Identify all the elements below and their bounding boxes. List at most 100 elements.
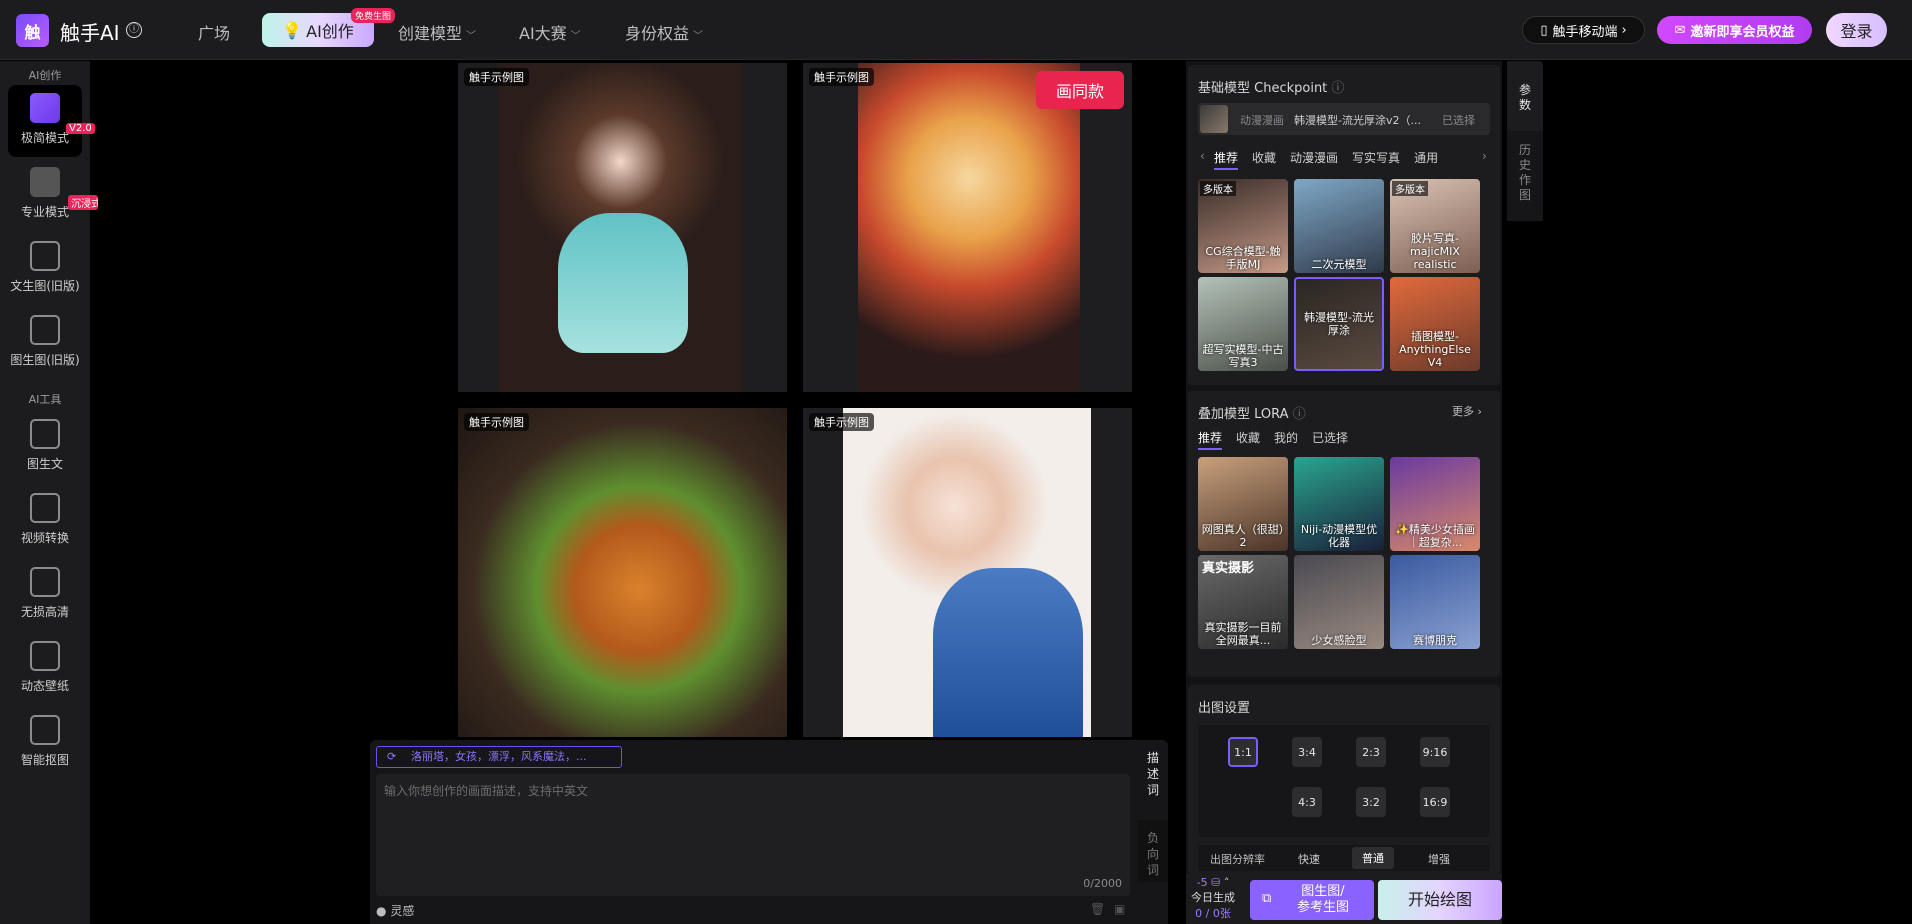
same-style-button[interactable]: 画同款: [1036, 71, 1124, 109]
tab-realistic[interactable]: 写实写真: [1352, 149, 1400, 170]
lora-card[interactable]: ✨精美少女插画｜超复杂...: [1390, 457, 1480, 551]
tab-negative[interactable]: 负向词: [1138, 820, 1168, 882]
lora-card[interactable]: 赛博朋克: [1390, 555, 1480, 649]
random-tags-text: 洛丽塔，女孩，漂浮，风系魔法，...: [411, 750, 587, 763]
ratio-9-16[interactable]: 9:16: [1420, 737, 1450, 767]
model-card[interactable]: 二次元模型: [1294, 179, 1384, 273]
example-image-card[interactable]: 触手示例图: [803, 63, 1132, 392]
random-tags-button[interactable]: ⟳ 洛丽塔，女孩，漂浮，风系魔法，...: [376, 746, 622, 768]
lora-card[interactable]: 少女感脸型: [1294, 555, 1384, 649]
sidebar-item-pro-mode[interactable]: 专业模式 沉浸式: [8, 159, 98, 231]
lora-card[interactable]: 真实摄影 真实摄影一目前全网最真...: [1198, 555, 1288, 649]
brand-name[interactable]: 触手AI: [60, 17, 120, 46]
start-draw-button[interactable]: 开始绘图: [1378, 880, 1502, 920]
tab-recommend[interactable]: 推荐: [1214, 149, 1239, 170]
chevron-right-icon[interactable]: ›: [1482, 149, 1487, 163]
chevron-down-icon: ﹀: [466, 31, 477, 42]
lora-tab-favorites[interactable]: 收藏: [1236, 429, 1260, 450]
model-card[interactable]: 多版本 胶片写真-majicMIX realistic: [1390, 179, 1480, 273]
sidebar-item-img2img-old[interactable]: 图生图(旧版): [8, 307, 82, 379]
info-icon[interactable]: ⓘ: [126, 22, 142, 38]
model-card-selected[interactable]: 韩漫模型-流光厚涂: [1294, 277, 1384, 371]
selected-model[interactable]: 动漫漫画 韩漫模型-流光厚涂v2（... 已选择: [1198, 103, 1490, 135]
model-caption: 插图模型-AnythingElse V4: [1399, 330, 1471, 369]
example-image-dress: [558, 213, 688, 353]
resolution-fast[interactable]: 快速: [1298, 851, 1320, 867]
img2img-line1: 图生图/: [1301, 884, 1345, 899]
vip-invite-label: 邀新即享会员权益: [1690, 24, 1795, 40]
magic-wand-icon: [30, 93, 60, 123]
ratio-4-3[interactable]: 4:3: [1292, 787, 1322, 817]
model-caption: 韩漫模型-流光厚涂: [1304, 311, 1374, 337]
trash-icon[interactable]: 🗑: [1090, 902, 1105, 916]
nav-identity-label: 身份权益: [625, 24, 690, 43]
lora-caption: 赛博朋克: [1413, 634, 1457, 647]
model-card[interactable]: 多版本 CG综合模型-触手版MJ: [1198, 179, 1288, 273]
cost-value: -5: [1196, 876, 1208, 889]
sidebar-item-img2text[interactable]: 图生文: [8, 411, 82, 483]
vip-invite-button[interactable]: ✉ 邀新即享会员权益: [1657, 16, 1812, 44]
lora-title-text: 叠加模型 LORA: [1198, 407, 1289, 422]
selected-model-name: 韩漫模型-流光厚涂v2（...: [1294, 114, 1421, 127]
sidebar-item-label: 文生图(旧版): [10, 279, 80, 293]
ratio-1-1[interactable]: 1:1: [1228, 737, 1258, 767]
tab-anime[interactable]: 动漫漫画: [1290, 149, 1338, 170]
model-card[interactable]: 插图模型-AnythingElse V4: [1390, 277, 1480, 371]
sidebar-item-simple-mode[interactable]: 极简模式 V2.0: [8, 85, 95, 157]
help-icon[interactable]: ⓘ: [1331, 81, 1344, 96]
help-icon[interactable]: ⓘ: [1293, 407, 1306, 422]
sidebar-item-upscale[interactable]: 无损高清: [8, 559, 82, 631]
lora-card[interactable]: 网图真人（很甜）2: [1198, 457, 1288, 551]
sidebar-item-text2img-old[interactable]: 文生图(旧版): [8, 233, 82, 305]
sidebar-item-label: 无损高清: [20, 605, 69, 619]
sidebar-item-smart-cutout[interactable]: 智能抠图: [8, 707, 82, 779]
tab-params[interactable]: 参数: [1507, 61, 1543, 131]
tab-history[interactable]: 历史作图: [1507, 131, 1543, 221]
nav-create-model[interactable]: 创建模型 ﹀: [398, 20, 476, 44]
nav-contest[interactable]: AI大赛 ﹀: [519, 20, 581, 44]
nav-square[interactable]: 广场: [198, 20, 230, 44]
text-image-icon: [30, 241, 60, 271]
chevron-left-icon[interactable]: ‹: [1200, 149, 1205, 163]
login-button[interactable]: 登录: [1826, 13, 1887, 47]
ratio-2-3[interactable]: 2:3: [1356, 737, 1386, 767]
free-badge: 免费生图: [351, 8, 396, 23]
img2img-button[interactable]: ⧉ 图生图/ 参考生图: [1250, 880, 1374, 920]
today-count: 0 / 0张: [1195, 907, 1231, 920]
ratio-3-2[interactable]: 3:2: [1356, 787, 1386, 817]
nav-identity[interactable]: 身份权益 ﹀: [625, 20, 703, 44]
lora-tab-recommend[interactable]: 推荐: [1198, 429, 1223, 450]
tab-general[interactable]: 通用: [1414, 149, 1438, 170]
logo-icon[interactable]: 触: [16, 14, 49, 47]
resolution-enhanced[interactable]: 增强: [1428, 851, 1450, 867]
clipboard-icon[interactable]: ▣: [1114, 902, 1125, 916]
lora-card[interactable]: Niji-动漫模型优化器: [1294, 457, 1384, 551]
tab-describe[interactable]: 描述词: [1138, 740, 1168, 800]
lora-tab-selected[interactable]: 已选择: [1312, 429, 1348, 450]
example-image: [458, 408, 787, 737]
phone-icon: ▯: [1540, 22, 1548, 38]
resolution-normal[interactable]: 普通: [1352, 847, 1394, 869]
example-image-card[interactable]: 触手示例图: [803, 408, 1132, 737]
lora-caption: 网图真人（很甜）2: [1201, 523, 1285, 549]
ratio-16-9[interactable]: 16:9: [1420, 787, 1450, 817]
sidebar-item-label: 视频转换: [20, 531, 69, 545]
settings-panel: 基础模型 Checkpoint ⓘ 动漫漫画 韩漫模型-流光厚涂v2（... 已…: [1186, 61, 1502, 924]
lora-tab-mine[interactable]: 我的: [1274, 429, 1298, 450]
tab-favorites[interactable]: 收藏: [1252, 149, 1276, 170]
sidebar-item-video-convert[interactable]: 视频转换: [8, 485, 82, 557]
coin-icon: ⛁: [1211, 876, 1221, 889]
prompt-input[interactable]: 输入你想创作的画面描述，支持中英文 0/2000: [376, 774, 1130, 896]
inspiration-button[interactable]: ● 灵感: [376, 902, 414, 919]
sidebar-item-label: 图生文: [26, 457, 63, 471]
example-image-card[interactable]: 触手示例图: [458, 63, 787, 392]
model-card[interactable]: 超写实模型-中古写真3: [1198, 277, 1288, 371]
char-count: 0/2000: [1083, 877, 1122, 890]
image-image-icon: [30, 315, 60, 345]
mobile-app-button[interactable]: ▯ 触手移动端 ›: [1522, 16, 1645, 44]
lora-more-link[interactable]: 更多 ›: [1452, 403, 1482, 419]
sidebar-item-live-wallpaper[interactable]: 动态壁纸: [8, 633, 82, 705]
example-image-card[interactable]: 触手示例图: [458, 408, 787, 737]
checkpoint-tabs: 推荐 收藏 动漫漫画 写实写真 通用: [1214, 149, 1438, 170]
ratio-3-4[interactable]: 3:4: [1292, 737, 1322, 767]
